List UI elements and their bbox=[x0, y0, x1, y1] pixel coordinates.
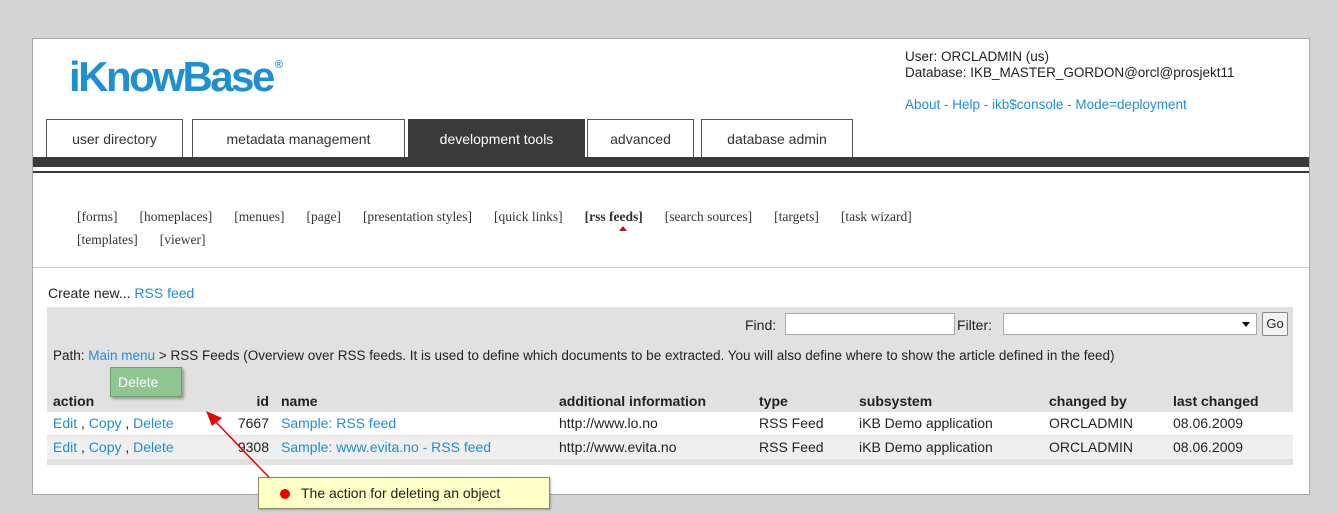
row-subsystem: iKB Demo application bbox=[853, 410, 1043, 435]
callout-text: The action for deleting an object bbox=[301, 485, 501, 501]
chevron-down-icon bbox=[1242, 322, 1250, 327]
content-panel: Find: Filter: Go Path: Main menu > RSS F… bbox=[47, 307, 1293, 465]
tab-user-directory[interactable]: user directory bbox=[46, 119, 183, 157]
subnav-templates[interactable]: [templates] bbox=[77, 228, 138, 251]
sub-navigation: [forms] [homeplaces] [menues] [page] [presen… bbox=[77, 205, 1257, 251]
row-id: 7667 bbox=[225, 410, 275, 435]
marker-dot-icon bbox=[280, 489, 290, 499]
col-changed-by[interactable]: changed by bbox=[1043, 391, 1167, 411]
delete-link[interactable]: Delete bbox=[133, 439, 173, 455]
iknowbase-logo[interactable]: iKnowBase ® bbox=[69, 53, 283, 101]
table-row: Edit , Copy , Delete 9308 Sample: www.ev… bbox=[47, 434, 1293, 459]
row-type: RSS Feed bbox=[753, 410, 853, 435]
app-frame: iKnowBase ® User: ORCLADMIN (us) Database… bbox=[32, 38, 1310, 495]
tab-development-tools[interactable]: development tools bbox=[408, 119, 585, 159]
top-links: About - Help - ikb$console - Mode=deploy… bbox=[905, 97, 1187, 112]
row-info: http://www.lo.no bbox=[553, 410, 753, 435]
create-new: Create new... RSS feed bbox=[48, 285, 194, 301]
row-last-changed: 08.06.2009 bbox=[1167, 434, 1293, 459]
path-description: > RSS Feeds (Overview over RSS feeds. It… bbox=[155, 348, 1115, 363]
row-last-changed: 08.06.2009 bbox=[1167, 410, 1293, 435]
row-changed-by: ORCLADMIN bbox=[1043, 434, 1167, 459]
divider bbox=[33, 267, 1309, 268]
col-last-changed[interactable]: last changed bbox=[1167, 391, 1293, 411]
go-button[interactable]: Go bbox=[1262, 312, 1288, 336]
edit-link[interactable]: Edit bbox=[53, 439, 77, 455]
tab-bar-rule bbox=[33, 171, 1309, 173]
row-id: 9308 bbox=[225, 434, 275, 459]
col-additional-information[interactable]: additional information bbox=[553, 391, 753, 411]
subnav-quick-links[interactable]: [quick links] bbox=[494, 205, 563, 228]
subnav-homeplaces[interactable]: [homeplaces] bbox=[140, 205, 213, 228]
filter-label: Filter: bbox=[957, 317, 992, 333]
col-type[interactable]: type bbox=[753, 391, 853, 411]
col-name[interactable]: name bbox=[275, 391, 553, 411]
tab-advanced[interactable]: advanced bbox=[587, 119, 694, 157]
about-link[interactable]: About bbox=[905, 97, 940, 112]
tab-metadata-management[interactable]: metadata management bbox=[192, 119, 405, 157]
table-row: Edit , Copy , Delete 7667 Sample: RSS fe… bbox=[47, 410, 1293, 435]
col-subsystem[interactable]: subsystem bbox=[853, 391, 1043, 411]
rss-feeds-table: action id name additional information ty… bbox=[47, 391, 1293, 459]
user-label: User: ORCLADMIN (us) bbox=[905, 49, 1050, 64]
annotation-callout: The action for deleting an object bbox=[258, 477, 550, 509]
table-header: action id name additional information ty… bbox=[47, 391, 1293, 411]
row-changed-by: ORCLADMIN bbox=[1043, 410, 1167, 435]
feed-name-link[interactable]: Sample: www.evita.no - RSS feed bbox=[281, 439, 491, 455]
subnav-presentation-styles[interactable]: [presentation styles] bbox=[363, 205, 472, 228]
mode-link[interactable]: Mode=deployment bbox=[1075, 97, 1186, 112]
copy-link[interactable]: Copy bbox=[89, 439, 122, 455]
col-id[interactable]: id bbox=[225, 391, 275, 411]
copy-link[interactable]: Copy bbox=[89, 415, 122, 431]
main-menu-link[interactable]: Main menu bbox=[88, 348, 155, 363]
help-link[interactable]: Help bbox=[952, 97, 980, 112]
user-info: User: ORCLADMIN (us) Database: IKB_MASTE… bbox=[905, 49, 1235, 81]
subnav-menues[interactable]: [menues] bbox=[234, 205, 284, 228]
subnav-viewer[interactable]: [viewer] bbox=[160, 228, 206, 251]
find-label: Find: bbox=[745, 317, 777, 333]
delete-highlight: Delete bbox=[110, 367, 182, 397]
subnav-targets[interactable]: [targets] bbox=[774, 205, 819, 228]
subnav-task-wizard[interactable]: [task wizard] bbox=[841, 205, 912, 228]
breadcrumb: Path: Main menu > RSS Feeds (Overview ov… bbox=[53, 348, 1115, 363]
create-rss-feed-link[interactable]: RSS feed bbox=[134, 285, 194, 301]
find-input[interactable] bbox=[785, 313, 955, 335]
row-subsystem: iKB Demo application bbox=[853, 434, 1043, 459]
subnav-search-sources[interactable]: [search sources] bbox=[665, 205, 752, 228]
tab-database-admin[interactable]: database admin bbox=[701, 119, 853, 157]
tab-bar bbox=[33, 157, 1309, 167]
feed-name-link[interactable]: Sample: RSS feed bbox=[281, 415, 396, 431]
subnav-page[interactable]: [page] bbox=[306, 205, 340, 228]
edit-link[interactable]: Edit bbox=[53, 415, 77, 431]
subnav-forms[interactable]: [forms] bbox=[77, 205, 118, 228]
database-label: Database: IKB_MASTER_GORDON@orcl@prosjek… bbox=[905, 65, 1235, 80]
row-info: http://www.evita.no bbox=[553, 434, 753, 459]
console-link[interactable]: ikb$console bbox=[992, 97, 1063, 112]
row-type: RSS Feed bbox=[753, 434, 853, 459]
subnav-rss-feeds[interactable]: [rss feeds] bbox=[585, 205, 643, 231]
create-new-label: Create new... bbox=[48, 285, 135, 301]
delete-link[interactable]: Delete bbox=[133, 415, 173, 431]
filter-select[interactable] bbox=[1003, 313, 1257, 335]
